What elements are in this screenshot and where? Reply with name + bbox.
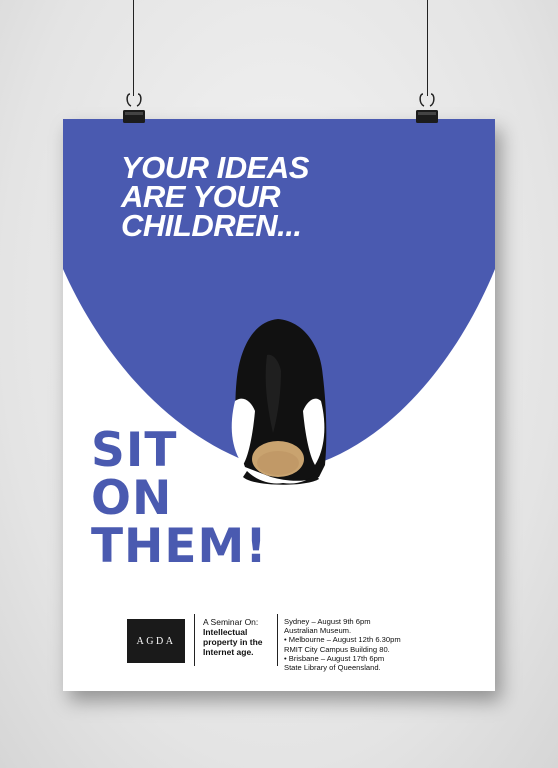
cta-line: ON: [91, 471, 173, 526]
poster-footer: AGDA A Seminar On: Intellectual property…: [63, 609, 495, 679]
seminar-info: A Seminar On: Intellectual property in t…: [203, 617, 275, 657]
seminar-topic-line: property in the: [203, 637, 263, 647]
footer-divider-left: [194, 614, 195, 666]
event-date-line: Australian Museum.: [284, 626, 352, 636]
cta-line: THEM!: [91, 519, 268, 574]
footer-divider-right: [277, 614, 278, 666]
poster-mockup-scene: YOUR IDEAS ARE YOUR CHILDREN... SIT ON T…: [0, 0, 558, 768]
event-date-line: • Brisbane – August 17th 6pm: [284, 653, 385, 663]
hanging-wire-right: [427, 0, 428, 96]
binder-clip-icon: [123, 93, 145, 123]
seminar-intro: A Seminar On:: [203, 617, 259, 627]
cta-line: SIT: [91, 423, 178, 478]
seminar-topic-line: Internet age.: [203, 647, 254, 657]
event-date-line: • Melbourne – August 12th 6.30pm: [284, 635, 401, 645]
binder-clip-icon: [416, 93, 438, 123]
headline: YOUR IDEAS ARE YOUR CHILDREN...: [121, 150, 309, 243]
headline-line: CHILDREN...: [121, 208, 302, 243]
headline-line: YOUR IDEAS: [121, 150, 309, 185]
event-dates: Sydney – August 9th 6pm Australian Museu…: [284, 617, 444, 672]
event-date-line: State Library of Queensland.: [284, 663, 381, 673]
hanging-wire-left: [133, 0, 134, 96]
seminar-topic-line: Intellectual: [203, 627, 248, 637]
headline-line: ARE YOUR: [121, 179, 281, 214]
event-date-line: RMIT City Campus Building 80.: [284, 644, 390, 654]
agda-logo: AGDA: [127, 619, 185, 663]
call-to-action: SIT ON THEM!: [91, 427, 268, 571]
poster: YOUR IDEAS ARE YOUR CHILDREN... SIT ON T…: [63, 119, 495, 691]
event-date-line: Sydney – August 9th 6pm: [284, 617, 371, 626]
